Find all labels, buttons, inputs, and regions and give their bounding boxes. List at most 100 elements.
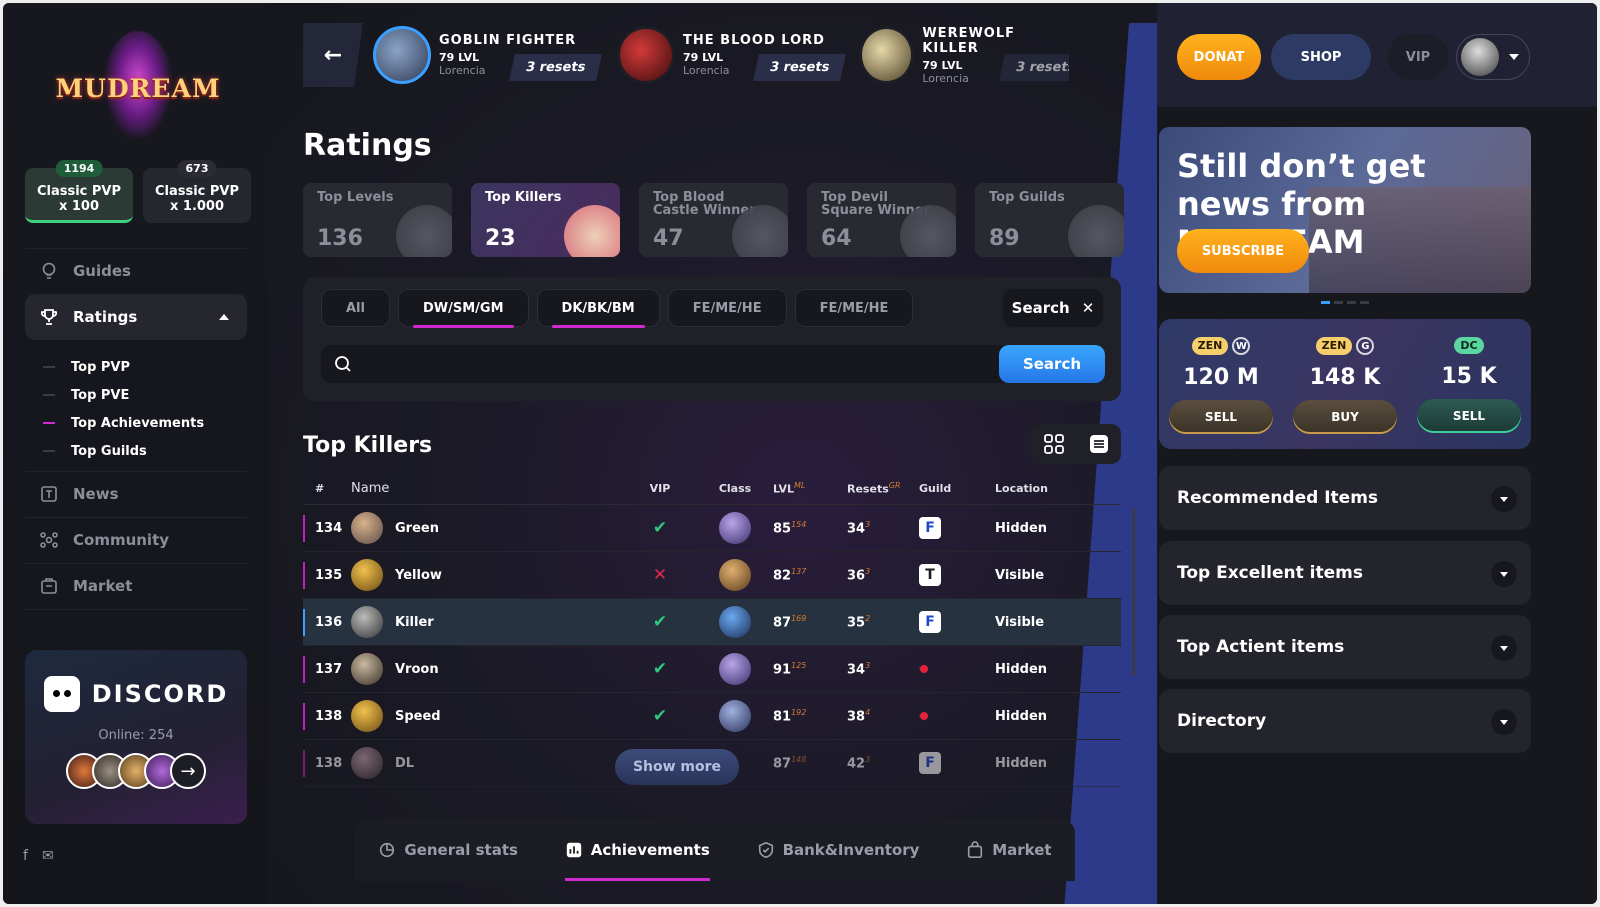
class-avatar (719, 700, 751, 732)
pagination-dot[interactable] (1347, 301, 1356, 304)
pagination-dot[interactable] (1360, 301, 1369, 304)
rating-card-top-blood-castle[interactable]: Top Blood Castle Winner 47 (639, 183, 788, 257)
accordion-recommended-items[interactable]: Recommended Items (1159, 466, 1531, 530)
col-header-name[interactable]: Name (351, 481, 623, 496)
server-card-classic-pvp-x1000[interactable]: 673 Classic PVP x 1.000 (143, 160, 251, 223)
guild-logo[interactable] (919, 714, 928, 717)
accordion-top-actient-items[interactable]: Top Actient items (1159, 615, 1531, 679)
rating-card-top-levels[interactable]: Top Levels 136 (303, 183, 452, 257)
player-name[interactable]: Killer (395, 615, 434, 630)
guild-logo[interactable]: F (919, 517, 941, 539)
tab-achievements[interactable]: Achievements (564, 819, 710, 881)
filter-tab-fe-me-he[interactable]: FE/ME/HE (667, 289, 787, 327)
tab-general-stats[interactable]: General stats (378, 819, 518, 881)
donate-button[interactable]: DONAT (1177, 34, 1261, 80)
nav-item-ratings[interactable]: Ratings (25, 294, 247, 340)
accordion-directory[interactable]: Directory (1159, 689, 1531, 753)
dash-marker (43, 394, 55, 396)
chevron-down-icon[interactable] (1491, 709, 1517, 735)
mail-icon[interactable]: ✉ (42, 848, 54, 864)
player-name[interactable]: Speed (395, 709, 441, 724)
pagination-dot[interactable] (1334, 301, 1343, 304)
sell-button[interactable]: SELL (1417, 399, 1521, 433)
sell-button[interactable]: SELL (1169, 400, 1273, 434)
player-name[interactable]: Yellow (395, 568, 442, 583)
subnav-item-top-pve[interactable]: Top PVE (43, 381, 204, 409)
col-header-lvl[interactable]: LVLML (773, 481, 847, 496)
rating-card-top-devil-square[interactable]: Top Devil Square Winner 64 (807, 183, 956, 257)
nav-item-guides[interactable]: Guides (25, 248, 247, 294)
table-row[interactable]: 137 Vroon ✔ 91125 343 Hidden (303, 646, 1121, 693)
carousel-prev-button[interactable]: ← (303, 23, 363, 87)
hero-resets: 3 resets (508, 54, 602, 81)
buy-button[interactable]: BUY (1293, 400, 1397, 434)
col-header-class[interactable]: Class (697, 482, 773, 495)
facebook-icon[interactable]: f (23, 848, 28, 864)
subnav-item-top-pvp[interactable]: Top PVP (43, 353, 204, 381)
filter-tab-dw-sm-gm[interactable]: DW/SM/GM (397, 289, 529, 328)
subnav-item-top-achievements[interactable]: Top Achievements (43, 409, 204, 437)
shop-button[interactable]: SHOP (1271, 34, 1371, 80)
search-input[interactable] (361, 345, 991, 383)
player-name[interactable]: DL (395, 756, 414, 771)
guild-logo[interactable]: F (919, 611, 941, 633)
shopping-bag-icon (968, 841, 983, 859)
class-filter-tabs: All DW/SM/GM DK/BK/BM FE/ME/HE FE/ME/HE (321, 289, 914, 328)
table-row-current-player[interactable]: 136 Killer ✔ 87169 352 F Visible (303, 599, 1121, 646)
col-header-location[interactable]: Location (995, 482, 1121, 495)
show-more-button[interactable]: Show more (615, 749, 739, 785)
player-name[interactable]: Vroon (395, 662, 439, 677)
col-header-vip[interactable]: VIP (623, 482, 697, 495)
app-window: MUDREAM 1194 Classic PVP x 100 673 Classi… (3, 3, 1597, 904)
table-row[interactable]: 135 Yellow ✕ 82137 363 T Visible (303, 552, 1121, 599)
nav-item-market[interactable]: Market (25, 563, 247, 609)
guild-logo[interactable]: F (919, 752, 941, 774)
guild-logo[interactable] (919, 667, 928, 670)
avatar (351, 559, 383, 591)
search-bar: Search (321, 345, 1105, 383)
arrow-right-icon[interactable]: → (170, 753, 206, 789)
subscribe-button[interactable]: SUBSCRIBE (1177, 229, 1309, 273)
nav-label: Ratings (73, 308, 138, 326)
rating-card-top-killers[interactable]: Top Killers 23 (471, 183, 620, 257)
chevron-down-icon[interactable] (1491, 635, 1517, 661)
col-header-resets[interactable]: ResetsGR (847, 481, 919, 496)
subnav-item-top-guilds[interactable]: Top Guilds (43, 437, 204, 465)
table-row[interactable]: 134 Green ✔ 85154 343 F Hidden (303, 505, 1121, 552)
nav-item-community[interactable]: Community (25, 517, 247, 563)
filter-tab-fe-me-he-2[interactable]: FE/ME/HE (794, 289, 914, 327)
server-card-classic-pvp-x100[interactable]: 1194 Classic PVP x 100 (25, 160, 133, 223)
user-menu[interactable] (1456, 34, 1530, 80)
col-header-guild[interactable]: Guild (919, 482, 995, 495)
pagination-dot[interactable] (1321, 301, 1330, 304)
vip-button[interactable]: VIP (1388, 34, 1448, 80)
chevron-down-icon[interactable] (1491, 486, 1517, 512)
filter-tab-dk-bk-bm[interactable]: DK/BK/BM (536, 289, 660, 328)
nav-item-news[interactable]: News (25, 471, 247, 517)
accordion-label: Top Actient items (1177, 637, 1345, 657)
server-online-count: 1194 (55, 160, 103, 177)
col-header-num[interactable]: # (303, 482, 351, 495)
discord-widget[interactable]: DISCORD Online: 254 → (25, 650, 247, 824)
mudream-logo[interactable]: MUDREAM (55, 31, 220, 146)
search-toggle[interactable]: Search ✕ (1003, 289, 1103, 327)
table-row[interactable]: 138 Speed ✔ 81192 384 Hidden (303, 693, 1121, 740)
guild-logo[interactable]: T (919, 564, 941, 586)
hero-card[interactable]: GOBLIN FIGHTER 79 LVL Lorencia 3 resets (373, 23, 613, 87)
news-banner: Still don’t get news from MUDREAM SUBSCR… (1159, 127, 1531, 293)
table-scrollbar[interactable] (1132, 508, 1135, 676)
player-location: Hidden (995, 661, 1048, 677)
player-name[interactable]: Green (395, 521, 439, 536)
filter-tab-all[interactable]: All (321, 289, 390, 327)
list-view-icon[interactable] (1088, 433, 1110, 455)
rating-card-top-guilds[interactable]: Top Guilds 89 (975, 183, 1124, 257)
tab-market[interactable]: Market (966, 819, 1052, 881)
grid-view-icon[interactable] (1043, 433, 1065, 455)
hero-card[interactable]: THE BLOOD LORD 79 LVL Lorencia 3 resets (617, 23, 857, 87)
close-icon[interactable]: ✕ (1082, 299, 1095, 317)
search-button[interactable]: Search (999, 345, 1105, 383)
tab-bank-inventory[interactable]: Bank&Inventory (757, 819, 919, 881)
accordion-top-excellent-items[interactable]: Top Excellent items (1159, 541, 1531, 605)
chevron-down-icon[interactable] (1491, 561, 1517, 587)
hero-card[interactable]: WEREWOLF KILLER 79 LVL Lorencia 3 resets (859, 23, 1069, 87)
